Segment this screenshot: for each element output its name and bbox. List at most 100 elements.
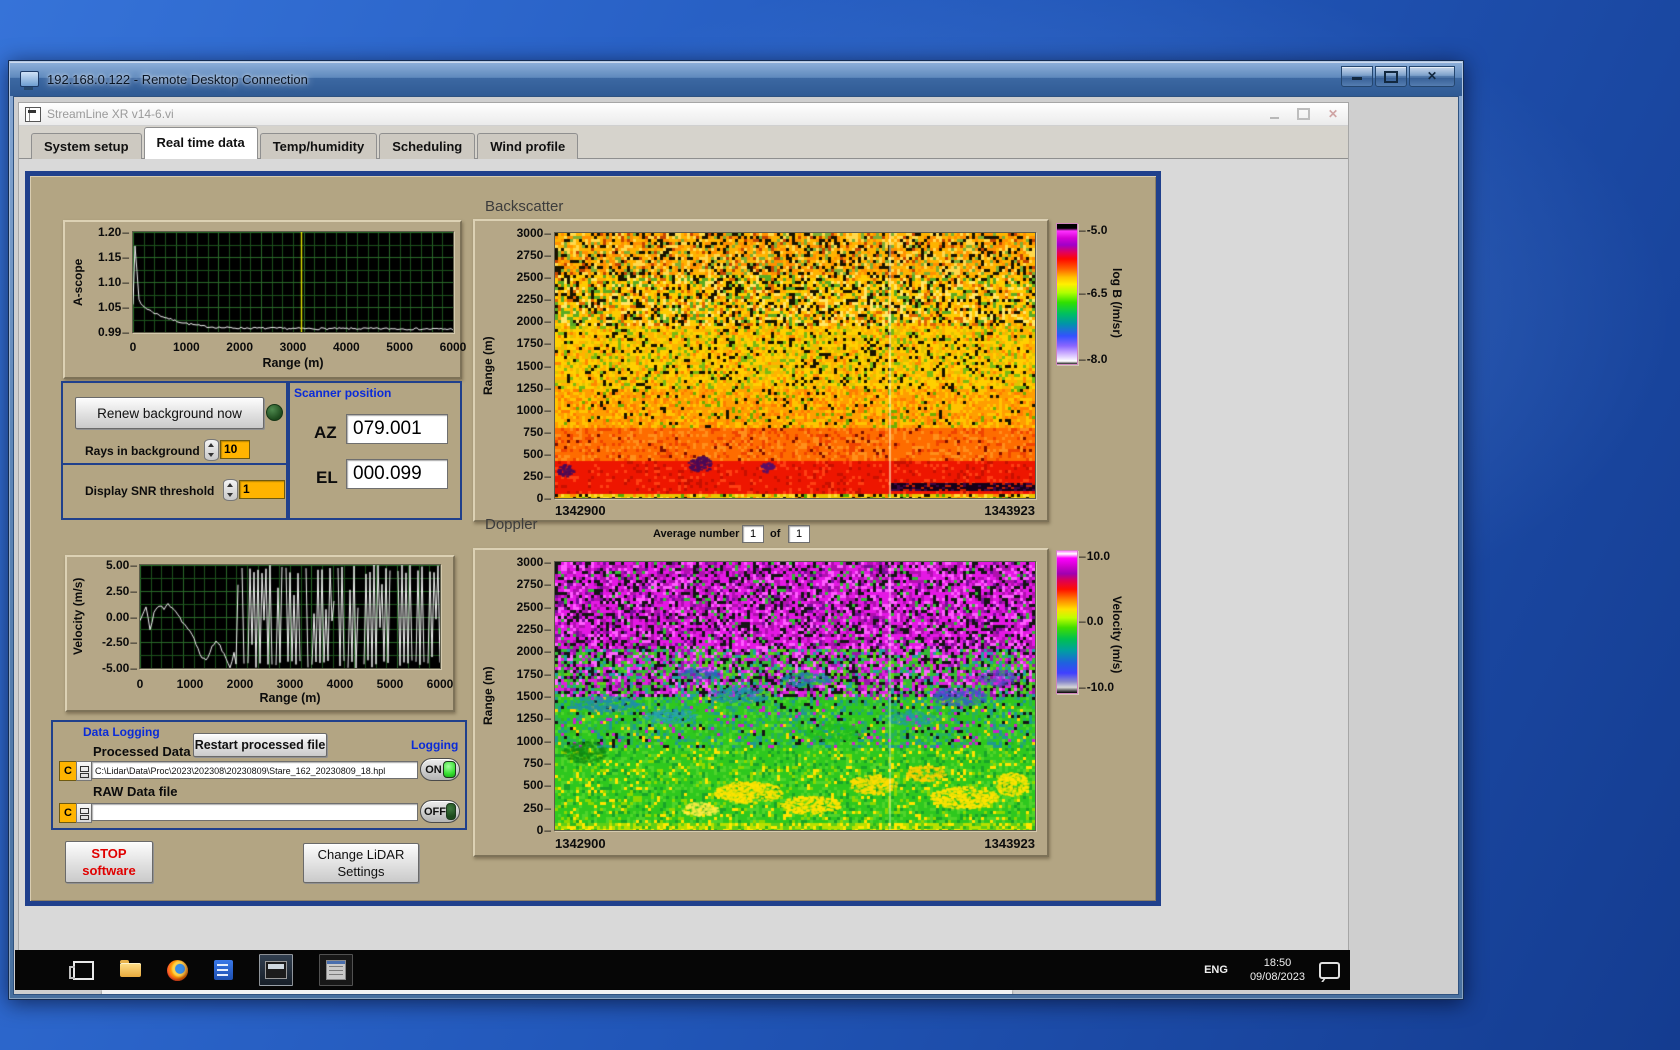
tab-scheduling[interactable]: Scheduling: [379, 133, 476, 159]
task-view-icon[interactable]: [69, 960, 94, 980]
app-maximize-icon[interactable]: [1296, 108, 1310, 120]
rdp-titlebar[interactable]: 192.168.0.122 - Remote Desktop Connectio…: [10, 62, 1462, 96]
processed-toggle-lamp-icon: [443, 761, 456, 778]
restart-processed-file-button[interactable]: Restart processed file: [193, 733, 327, 757]
tab-wind-profile[interactable]: Wind profile: [477, 133, 579, 159]
session-edge-strip: [102, 990, 1012, 994]
spinner-down-icon[interactable]: [227, 493, 233, 497]
taskbar: ENG 18:50 09/08/2023: [15, 950, 1350, 990]
file-explorer-icon[interactable]: [120, 960, 141, 977]
active-app-taskbar-button[interactable]: [259, 954, 293, 986]
raw-toggle-lamp-icon: [446, 803, 456, 820]
app-window: StreamLine XR v14-6.vi ✕ System setup Re…: [18, 102, 1349, 952]
background-controls-group: Renew background now Rays in background …: [61, 381, 290, 520]
maximize-icon: [1384, 71, 1398, 83]
backscatter-plot[interactable]: [554, 232, 1036, 499]
rays-in-background-label: Rays in background: [85, 444, 200, 458]
backscatter-x-range: 1342900 1343923: [555, 503, 1035, 518]
tab-temp-humidity[interactable]: Temp/humidity: [259, 133, 378, 159]
monitor-icon: [265, 961, 287, 979]
doppler-colorbar: [1056, 550, 1078, 694]
remote-desktop: StreamLine XR v14-6.vi ✕ System setup Re…: [13, 96, 1459, 995]
raw-drive-box[interactable]: C: [59, 803, 77, 823]
spinner-up-icon[interactable]: [208, 443, 214, 447]
rdp-window: 192.168.0.122 - Remote Desktop Connectio…: [8, 60, 1464, 1000]
average-of-label: of: [770, 528, 781, 540]
processed-toggle-label: ON: [425, 763, 442, 776]
data-logging-title: Data Logging: [83, 725, 160, 739]
renew-background-button[interactable]: Renew background now: [75, 397, 264, 429]
change-lidar-settings-button[interactable]: Change LiDAR Settings: [303, 843, 419, 883]
velocity-x-ticks: 0 1000 2000 3000 4000 5000 6000: [136, 677, 454, 691]
processed-path-field[interactable]: C:\Lidar\Data\Proc\2023\202308\20230809\…: [91, 761, 418, 779]
clock-date: 09/08/2023: [1249, 971, 1305, 983]
velocity-y-axis-label: Velocity (m/s): [71, 577, 85, 656]
scanner-position-title: Scanner position: [294, 386, 392, 400]
raw-path-field[interactable]: [91, 803, 418, 821]
desktop: 192.168.0.122 - Remote Desktop Connectio…: [0, 0, 1680, 1050]
backscatter-y-axis-label: Range (m): [481, 336, 495, 395]
renew-led-indicator: [266, 404, 283, 421]
rays-value-field[interactable]: 10: [220, 440, 250, 459]
tab-real-time-data[interactable]: Real time data: [143, 127, 258, 159]
controls-divider: [61, 463, 286, 465]
average-number-label: Average number: [653, 528, 740, 540]
velocity-x-axis-label: Range (m): [259, 691, 321, 705]
rdp-minimize-button[interactable]: [1341, 66, 1373, 87]
backscatter-x-end: 1343923: [984, 503, 1035, 518]
average-total-field[interactable]: 1: [788, 525, 810, 543]
doppler-plot[interactable]: [554, 561, 1036, 831]
processed-drive-box[interactable]: C: [59, 761, 77, 781]
language-indicator[interactable]: ENG: [1196, 958, 1236, 982]
data-logging-group: Data Logging Processed Data file Restart…: [51, 720, 467, 830]
doppler-colorbar-label: Velocity (m/s): [1110, 596, 1124, 674]
doppler-x-end: 1343923: [984, 836, 1035, 851]
snr-value-field[interactable]: 1: [239, 480, 285, 499]
close-icon: ✕: [1426, 69, 1438, 83]
el-value-field[interactable]: 000.099: [346, 459, 448, 489]
az-value-field[interactable]: 079.001: [346, 414, 448, 444]
clock-time: 18:50: [1263, 957, 1292, 969]
velocity-plot[interactable]: [139, 564, 441, 669]
stop-software-button[interactable]: STOP software: [65, 841, 153, 883]
doppler-y-ticks: 3000275025002250200017501500125010007505…: [505, 555, 551, 837]
snr-threshold-label: Display SNR threshold: [85, 484, 215, 498]
tab-system-setup[interactable]: System setup: [31, 133, 142, 159]
doppler-x-range: 1342900 1343923: [555, 836, 1035, 851]
stop-line1: STOP: [91, 846, 127, 861]
app-icon: [25, 106, 41, 122]
velocity-graph: Velocity (m/s) 5.002.500.00-2.50-5.00 01…: [65, 555, 455, 712]
az-label: AZ: [314, 423, 337, 442]
app-titlebar[interactable]: StreamLine XR v14-6.vi: [19, 103, 1348, 126]
average-number-field[interactable]: 1: [742, 525, 764, 543]
rays-spinner[interactable]: [204, 439, 219, 461]
snr-spinner[interactable]: [223, 479, 238, 501]
processed-logging-toggle[interactable]: ON: [420, 758, 460, 781]
backscatter-x-start: 1342900: [555, 503, 606, 518]
raw-logging-toggle[interactable]: OFF: [420, 800, 460, 823]
ascope-x-ticks: 0 1000 2000 3000 4000 5000 6000: [129, 340, 467, 354]
app-close-icon[interactable]: ✕: [1328, 107, 1338, 121]
ascope-x-axis-label: Range (m): [262, 356, 324, 370]
scheduler-app-taskbar-button[interactable]: [319, 954, 353, 986]
spinner-up-icon[interactable]: [227, 483, 233, 487]
ascope-plot[interactable]: [132, 231, 454, 333]
raw-path-browse-icon[interactable]: [76, 803, 92, 823]
rdp-maximize-button[interactable]: [1375, 66, 1407, 87]
ascope-y-axis-label: A-scope: [71, 258, 85, 306]
firefox-icon[interactable]: [167, 959, 188, 981]
stop-line2: software: [82, 863, 136, 878]
rdp-icon: [20, 71, 39, 90]
notification-center-icon[interactable]: [1319, 961, 1340, 979]
backscatter-colorbar: [1056, 223, 1078, 365]
document-app-icon[interactable]: [214, 960, 233, 980]
tab-strip: System setup Real time data Temp/humidit…: [19, 126, 1348, 159]
processed-path-browse-icon[interactable]: [76, 761, 92, 781]
scheduler-icon: [326, 960, 346, 980]
spinner-down-icon[interactable]: [208, 453, 214, 457]
doppler-title: Doppler: [485, 516, 538, 533]
taskbar-clock[interactable]: 18:50 09/08/2023: [1250, 956, 1305, 984]
backscatter-title: Backscatter: [485, 198, 564, 215]
rdp-close-button[interactable]: ✕: [1409, 66, 1455, 87]
app-minimize-icon[interactable]: [1269, 117, 1279, 119]
